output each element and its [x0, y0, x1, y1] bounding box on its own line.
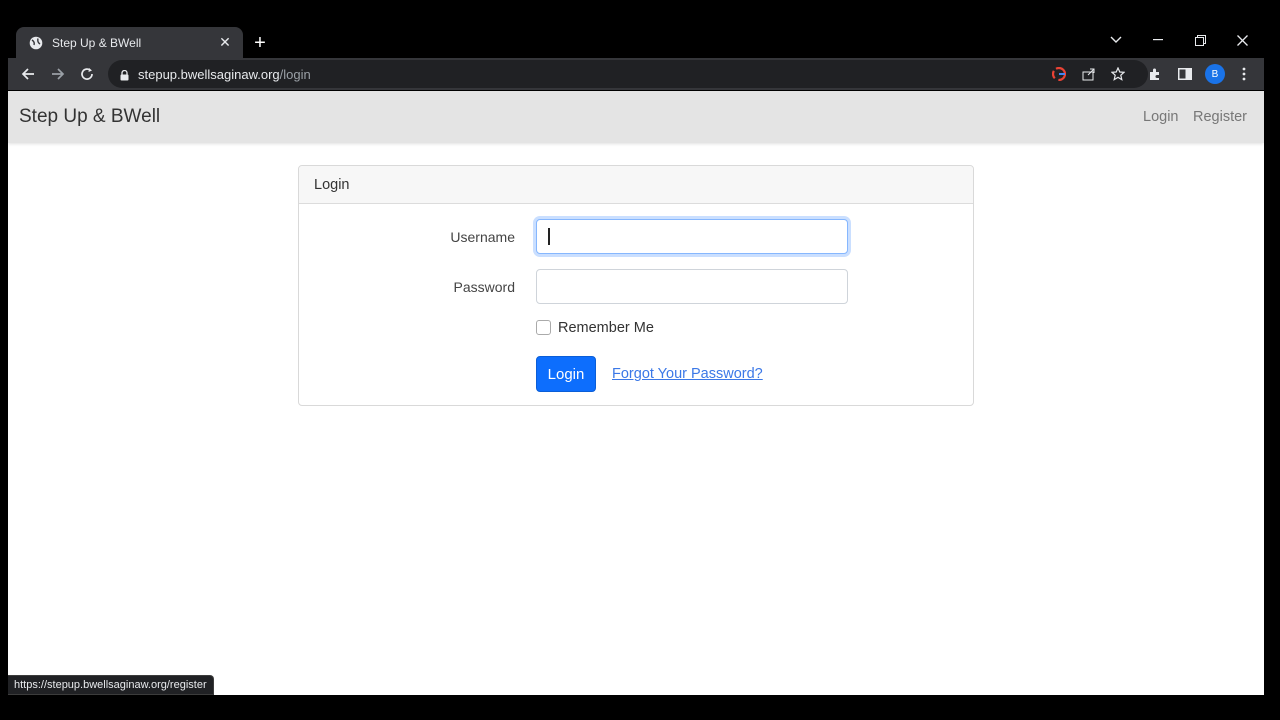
kebab-menu-icon[interactable] [1234, 64, 1254, 84]
remember-me-label[interactable]: Remember Me [558, 320, 654, 336]
google-icon[interactable] [1050, 65, 1068, 83]
status-bar-url: https://stepup.bwellsaginaw.org/register [8, 675, 214, 695]
page-viewport: Step Up & BWell Login Register Login Use… [8, 91, 1264, 695]
card-title: Login [314, 177, 350, 193]
tab-search-icon[interactable] [1096, 28, 1136, 52]
login-button[interactable]: Login [536, 356, 596, 392]
tab-title: Step Up & BWell [52, 35, 142, 50]
address-bar[interactable]: stepup.bwellsaginaw.org/login [108, 60, 1148, 88]
url-path: /login [279, 67, 311, 82]
nav-login-link[interactable]: Login [1143, 109, 1178, 125]
new-tab-button[interactable]: + [248, 32, 272, 56]
site-navbar: Step Up & BWell Login Register [8, 91, 1264, 143]
reload-icon[interactable] [75, 62, 99, 86]
url-host: stepup.bwellsaginaw.org [138, 67, 280, 82]
forward-icon[interactable] [46, 62, 70, 86]
minimize-button[interactable] [1138, 28, 1178, 52]
card-header: Login [299, 166, 973, 204]
username-input[interactable] [536, 219, 848, 254]
site-brand[interactable]: Step Up & BWell [19, 106, 160, 128]
extensions-icon[interactable] [1145, 64, 1165, 84]
share-icon[interactable] [1080, 65, 1098, 83]
lock-icon[interactable] [120, 68, 129, 86]
bookmark-star-icon[interactable] [1109, 65, 1127, 83]
tab-strip: Step Up & BWell ✕ + [8, 24, 1264, 58]
side-panel-icon[interactable] [1175, 64, 1195, 84]
text-caret [548, 228, 550, 245]
globe-icon [28, 35, 44, 51]
password-label: Password [453, 279, 515, 295]
tab-close-icon[interactable]: ✕ [217, 34, 233, 51]
close-window-button[interactable] [1222, 28, 1262, 52]
browser-tab[interactable]: Step Up & BWell ✕ [16, 27, 243, 58]
username-label: Username [450, 229, 515, 245]
back-icon[interactable] [16, 62, 40, 86]
screen: Step Up & BWell ✕ + stepup.bwellsaginaw.… [0, 0, 1280, 720]
restore-button[interactable] [1180, 28, 1220, 52]
password-input[interactable] [536, 269, 848, 304]
nav-register-link[interactable]: Register [1193, 109, 1247, 125]
remember-me-checkbox[interactable] [536, 320, 551, 335]
forgot-password-link[interactable]: Forgot Your Password? [612, 366, 763, 382]
login-card: Login Username Password Remember Me Logi… [298, 165, 974, 406]
profile-avatar[interactable]: B [1205, 64, 1225, 84]
url-text: stepup.bwellsaginaw.org/login [138, 67, 311, 82]
browser-toolbar: stepup.bwellsaginaw.org/login B [8, 58, 1264, 90]
